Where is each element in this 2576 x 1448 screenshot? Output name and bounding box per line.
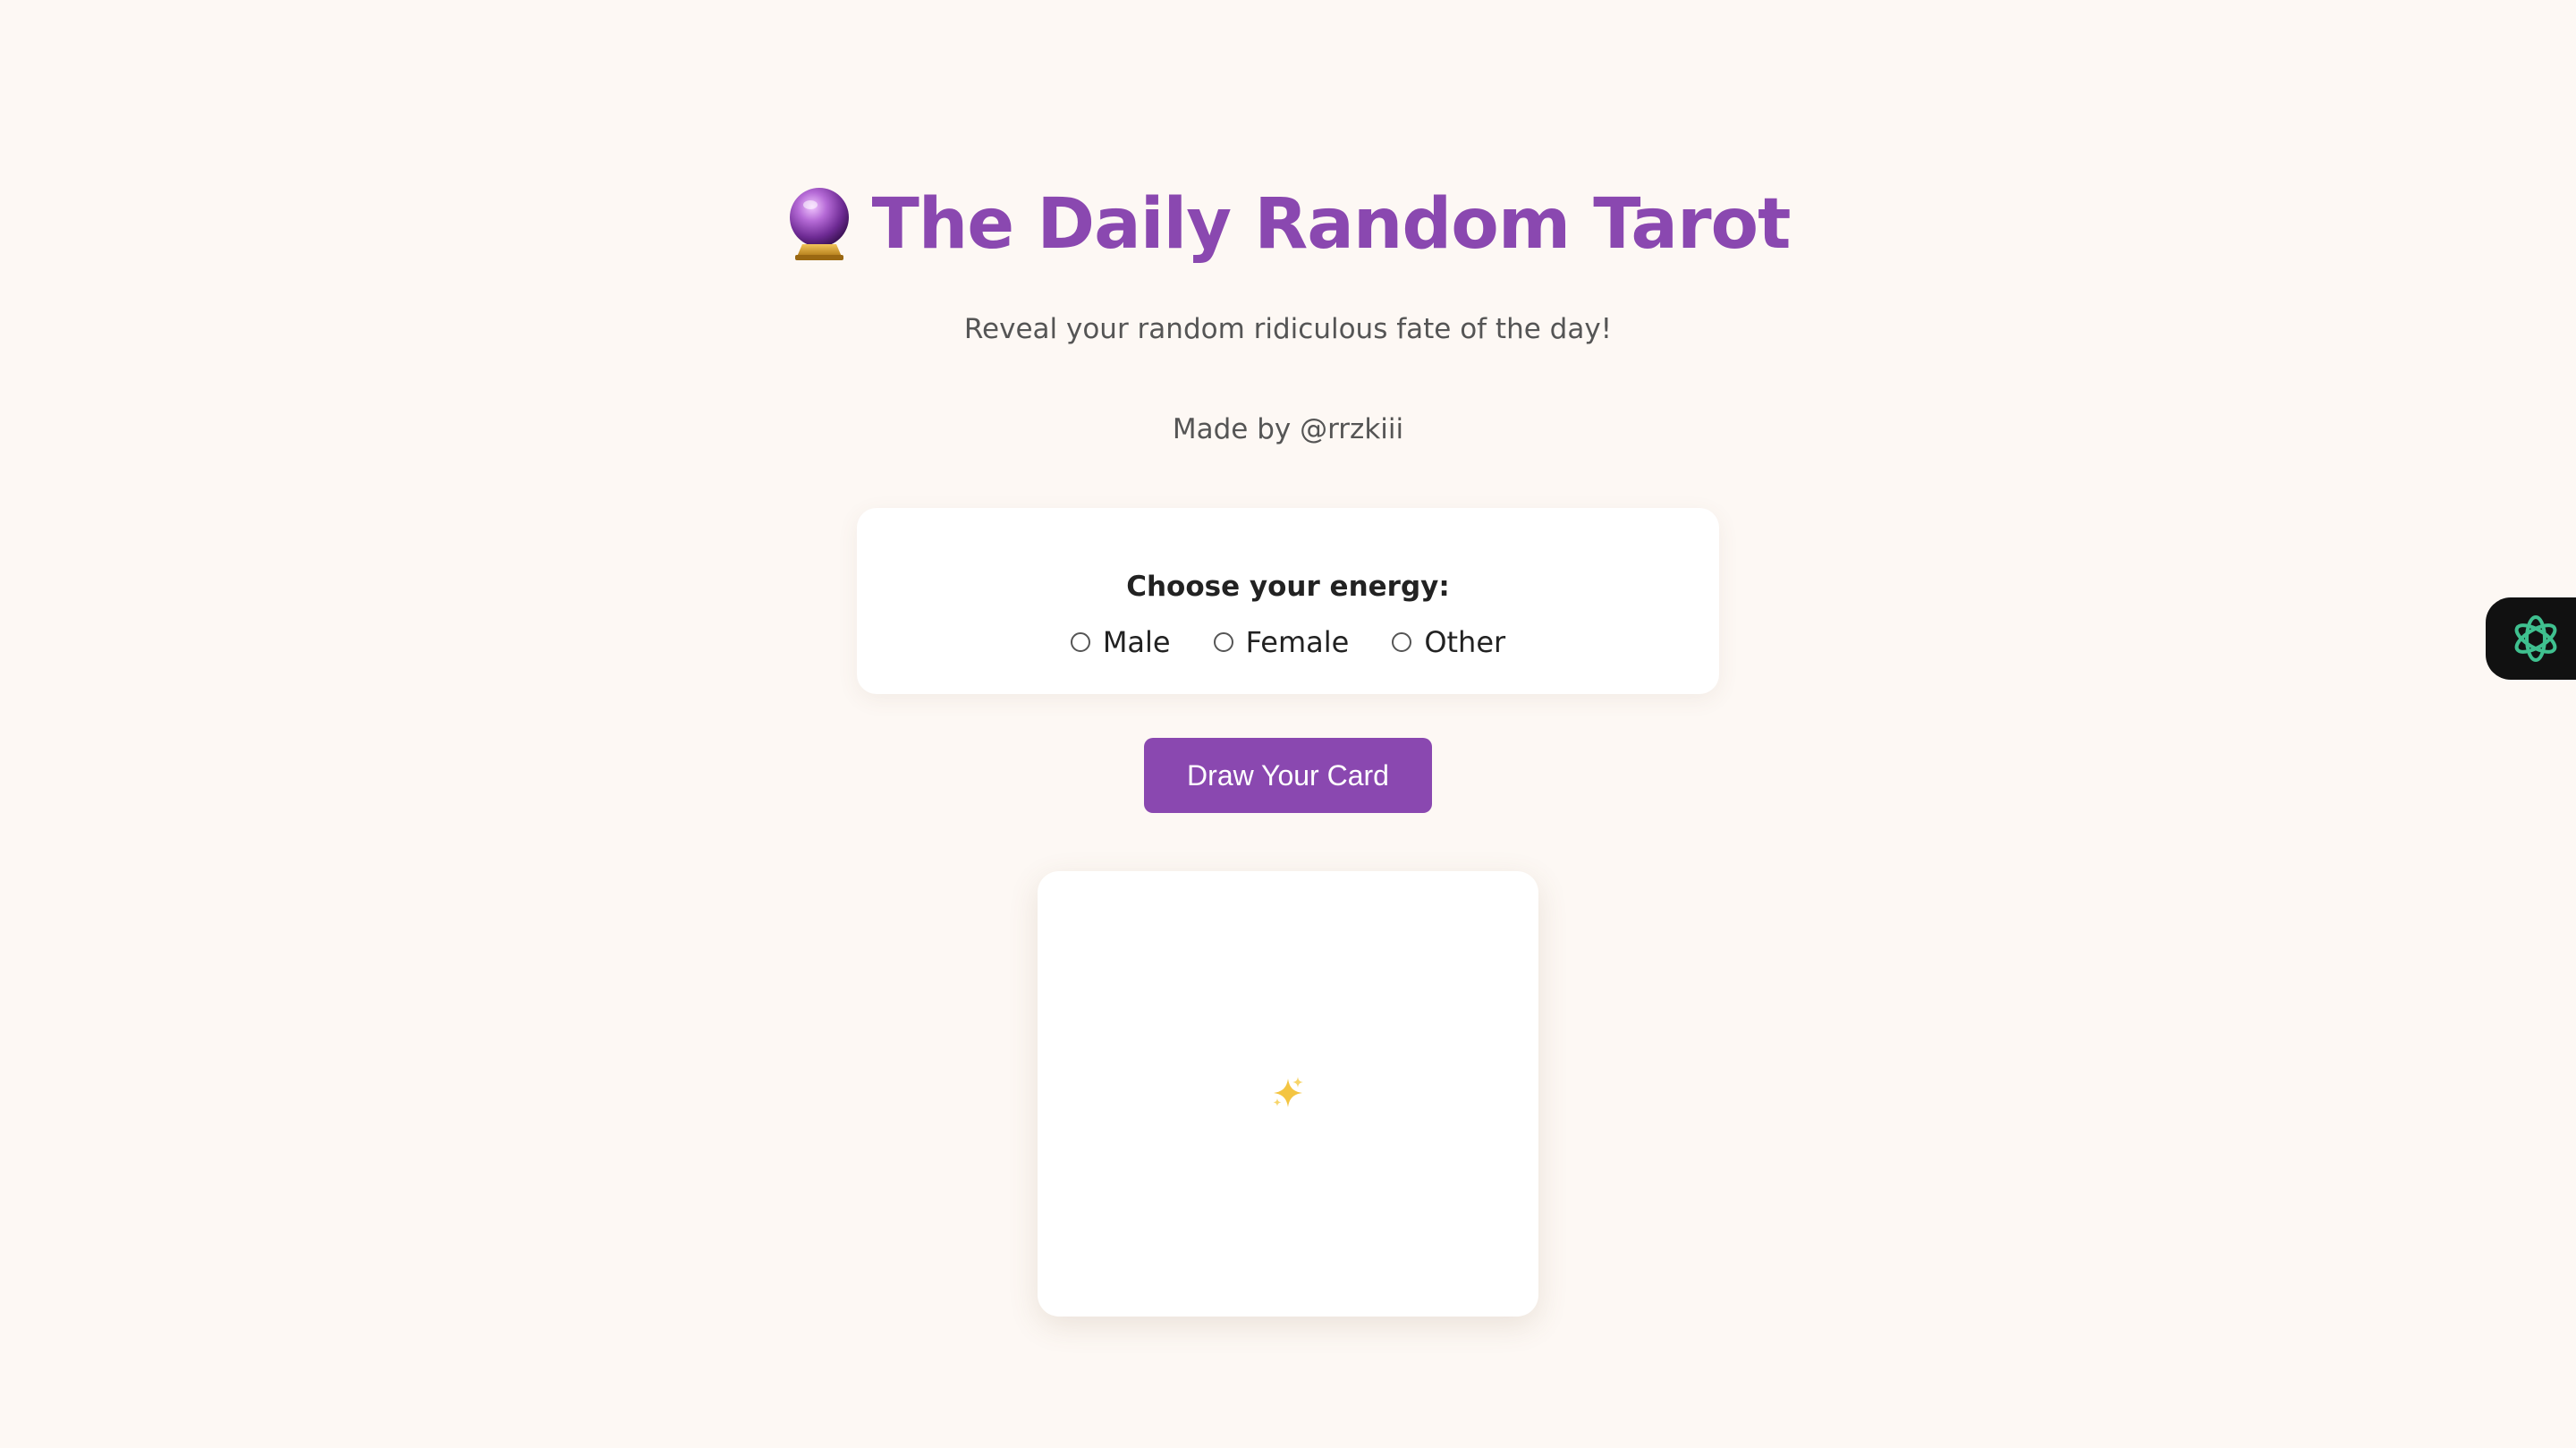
radio-button-female[interactable] <box>1213 632 1233 652</box>
crystal-ball-icon <box>786 185 852 262</box>
page-title: The Daily Random Tarot <box>0 175 2576 274</box>
energy-option-male[interactable]: Male <box>1070 622 1171 662</box>
assistant-launcher-button[interactable] <box>2486 597 2576 680</box>
radio-button-male[interactable] <box>1070 632 1090 652</box>
radio-button-other[interactable] <box>1392 632 1412 652</box>
tarot-card-display <box>1038 871 1538 1317</box>
energy-radio-group: Male Female Other <box>857 622 1719 662</box>
draw-card-button[interactable]: Draw Your Card <box>1144 738 1432 813</box>
tarot-page: The Daily Random Tarot Reveal your rando… <box>0 0 2576 1448</box>
author-credit: Made by @rrzkiii <box>1172 413 1404 445</box>
energy-option-label: Female <box>1245 625 1350 659</box>
openai-logo-icon <box>2507 610 2564 667</box>
page-title-text: The Daily Random Tarot <box>871 184 1792 265</box>
energy-option-label: Other <box>1424 625 1506 659</box>
energy-option-female[interactable]: Female <box>1213 622 1350 662</box>
energy-selector-card: Choose your energy: Male Female Other <box>857 508 1719 694</box>
energy-option-other[interactable]: Other <box>1392 622 1505 662</box>
sparkles-icon <box>1270 1075 1306 1111</box>
energy-label: Choose your energy: <box>1126 571 1450 603</box>
energy-option-label: Male <box>1102 625 1171 659</box>
subtitle: Reveal your random ridiculous fate of th… <box>963 313 1613 345</box>
